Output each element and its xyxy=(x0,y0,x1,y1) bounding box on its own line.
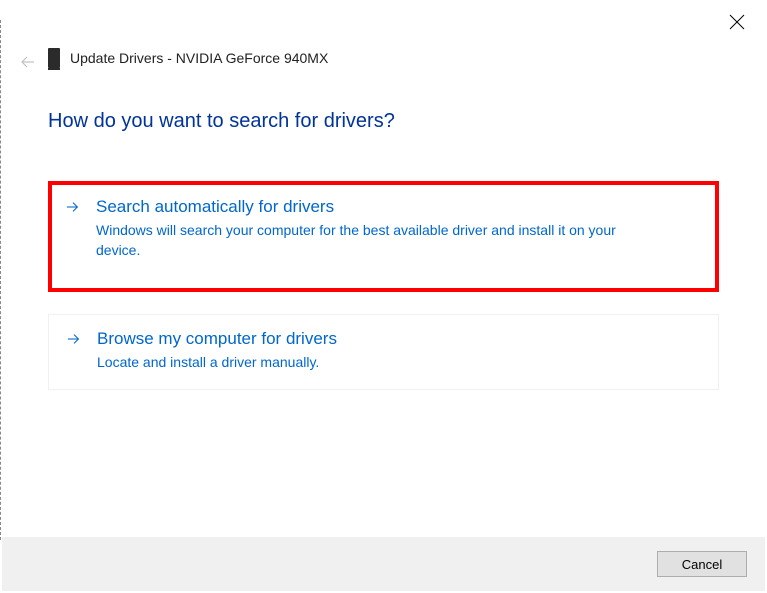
page-heading: How do you want to search for drivers? xyxy=(48,110,719,133)
dialog-header: Update Drivers - NVIDIA GeForce 940MX xyxy=(48,48,328,68)
window-left-edge xyxy=(0,20,1,540)
option-title: Browse my computer for drivers xyxy=(97,329,700,349)
option-search-automatically[interactable]: Search automatically for drivers Windows… xyxy=(48,181,719,292)
arrow-right-icon xyxy=(66,197,84,260)
dialog-title: Update Drivers - NVIDIA GeForce 940MX xyxy=(70,50,328,66)
back-button[interactable] xyxy=(20,54,36,70)
main-content: How do you want to search for drivers? S… xyxy=(48,110,719,412)
option-browse-computer[interactable]: Browse my computer for drivers Locate an… xyxy=(48,314,719,390)
option-description: Locate and install a driver manually. xyxy=(97,353,657,373)
option-title: Search automatically for drivers xyxy=(96,197,699,217)
arrow-right-icon xyxy=(67,329,85,373)
close-button[interactable] xyxy=(729,14,745,30)
device-icon xyxy=(48,48,60,68)
option-description: Windows will search your computer for th… xyxy=(96,221,656,260)
cancel-button[interactable]: Cancel xyxy=(657,551,747,577)
dialog-footer: Cancel xyxy=(2,537,765,591)
